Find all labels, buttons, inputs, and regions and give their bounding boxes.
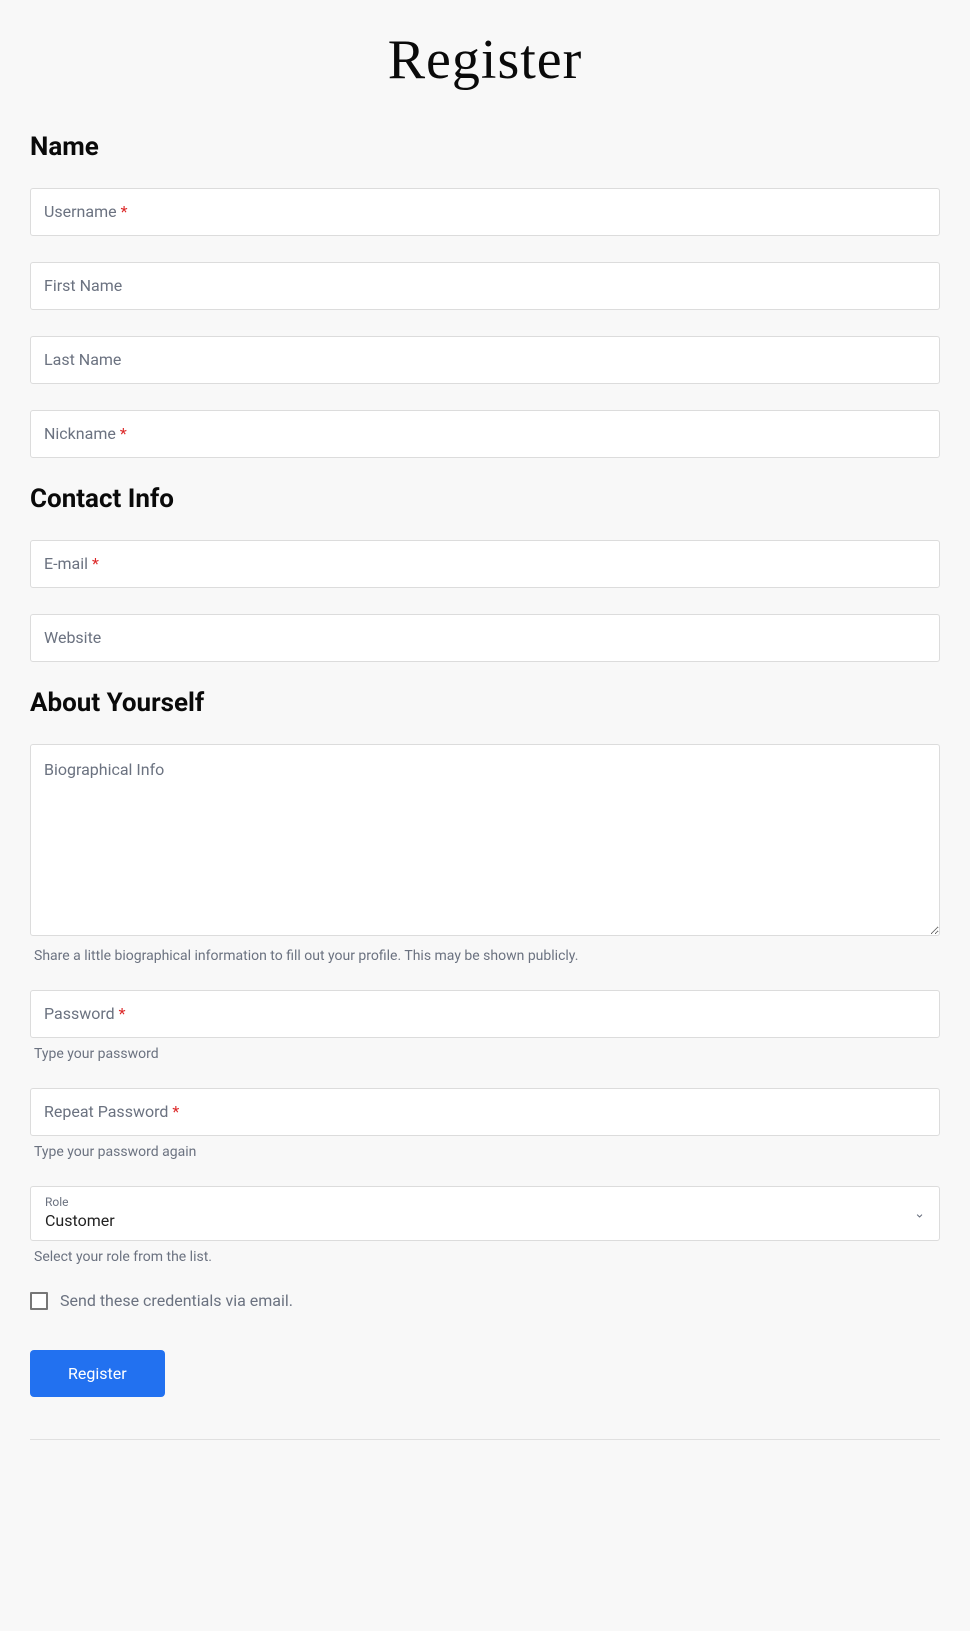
section-heading-about: About Yourself — [30, 688, 940, 718]
field-first-name: First Name — [30, 262, 940, 310]
email-input[interactable] — [30, 540, 940, 588]
divider — [30, 1439, 940, 1440]
send-email-label: Send these credentials via email. — [60, 1291, 293, 1310]
field-website: Website — [30, 614, 940, 662]
field-repeat-password: Repeat Password * Type your password aga… — [30, 1088, 940, 1160]
role-select-value: Customer — [45, 1211, 115, 1230]
bio-textarea[interactable] — [30, 744, 940, 936]
field-email: E-mail * — [30, 540, 940, 588]
first-name-input[interactable] — [30, 262, 940, 310]
field-bio: Biographical Info Share a little biograp… — [30, 744, 940, 964]
page-title: Register — [30, 0, 940, 132]
field-username: Username * — [30, 188, 940, 236]
chevron-down-icon: ⌄ — [914, 1206, 925, 1221]
role-help: Select your role from the list. — [34, 1249, 940, 1265]
password-help: Type your password — [34, 1046, 940, 1062]
field-password: Password * Type your password — [30, 990, 940, 1062]
password-input[interactable] — [30, 990, 940, 1038]
repeat-password-input[interactable] — [30, 1088, 940, 1136]
field-role: Role Customer ⌄ Select your role from th… — [30, 1186, 940, 1265]
role-select[interactable]: Role Customer ⌄ — [30, 1186, 940, 1241]
role-select-label: Role — [45, 1195, 925, 1209]
field-last-name: Last Name — [30, 336, 940, 384]
field-nickname: Nickname * — [30, 410, 940, 458]
send-email-checkbox[interactable] — [30, 1292, 48, 1310]
section-heading-contact: Contact Info — [30, 484, 940, 514]
register-button[interactable]: Register — [30, 1350, 165, 1397]
username-input[interactable] — [30, 188, 940, 236]
last-name-input[interactable] — [30, 336, 940, 384]
repeat-password-help: Type your password again — [34, 1144, 940, 1160]
website-input[interactable] — [30, 614, 940, 662]
bio-help: Share a little biographical information … — [34, 948, 940, 964]
field-send-email[interactable]: Send these credentials via email. — [30, 1291, 940, 1310]
section-heading-name: Name — [30, 132, 940, 162]
nickname-input[interactable] — [30, 410, 940, 458]
